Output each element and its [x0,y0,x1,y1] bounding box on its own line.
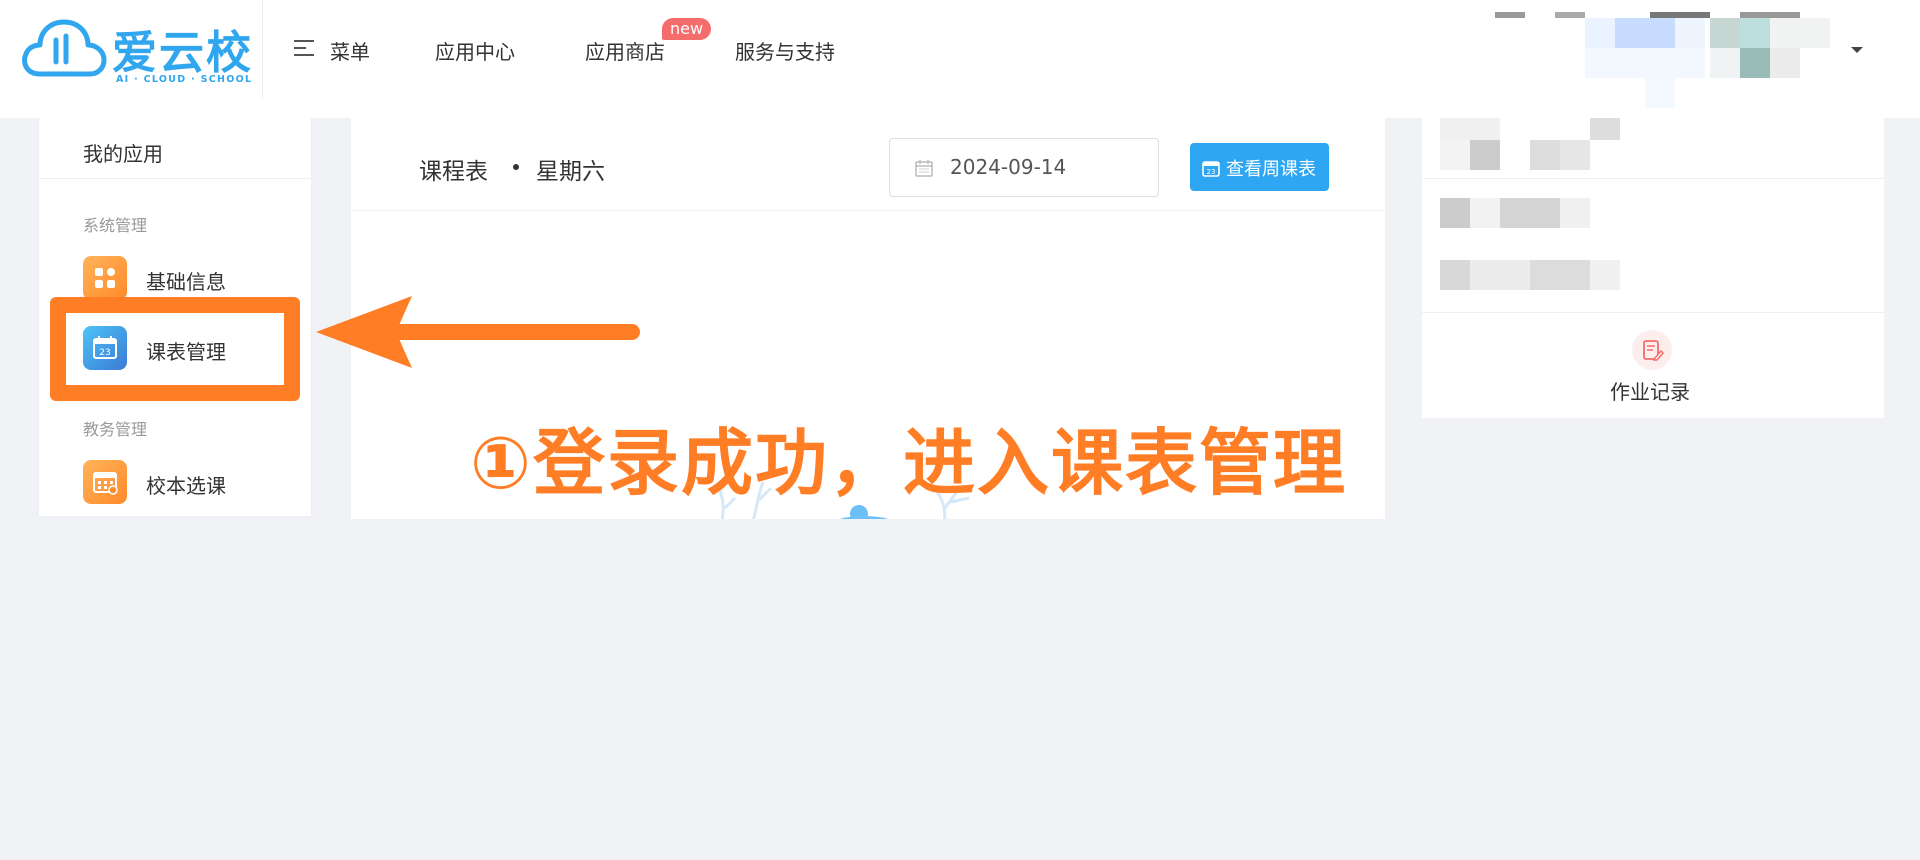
nav-separator [262,0,263,98]
title-separator-dot [513,164,519,170]
calendar-grid-icon [83,460,127,504]
menu-lines-icon[interactable] [294,40,316,56]
nav-menu[interactable]: 菜单 [330,36,370,65]
user-info-blurred[interactable] [1495,12,1865,112]
caret-down-icon[interactable] [1851,47,1863,53]
schedule-title: 课程表 [419,159,488,185]
view-week-schedule-button[interactable]: 23 查看周课表 [1190,143,1329,191]
logo-text: 爱云校 [112,26,254,79]
logo-subtitle: AI · CLOUD · SCHOOL [116,74,253,85]
logo[interactable]: 爱云校 AI · CLOUD · SCHOOL [20,14,251,85]
top-navbar: 爱云校 AI · CLOUD · SCHOOL 菜单 应用中心 应用商店 new… [0,0,1920,118]
grid-apps-icon [83,256,127,300]
cloud-logo-icon [22,19,107,77]
divider [39,178,311,179]
sidebar-title: 我的应用 [83,142,163,166]
divider [1422,312,1884,313]
sidebar-item-basic-info[interactable]: 基础信息 [83,256,293,302]
nav-app-center[interactable]: 应用中心 [435,36,515,65]
svg-text:23: 23 [1207,168,1216,176]
date-value: 2024-09-14 [950,155,1067,179]
date-picker[interactable]: 2024-09-14 [889,138,1159,197]
homework-record-label[interactable]: 作业记录 [1610,376,1690,405]
group-label-academic: 教务管理 [83,420,148,439]
nav-service-support[interactable]: 服务与支持 [735,36,835,65]
group-label-system: 系统管理 [83,216,148,235]
schedule-weekday: 星期六 [536,159,605,185]
calendar-icon: 23 [1202,161,1220,177]
annotation-text: ①登录成功，进入课表管理 [470,421,1347,505]
new-badge: new [662,18,712,40]
annotation-arrow-left-icon [316,296,640,368]
divider [351,210,1385,211]
edit-document-icon[interactable] [1632,330,1672,370]
annotation-highlight-box [50,297,300,401]
calendar-icon [915,160,933,177]
divider [1422,178,1884,179]
right-panel: 作业记录 [1422,118,1884,418]
sidebar-item-course-selection[interactable]: 校本选课 [83,460,293,506]
nav-app-store[interactable]: 应用商店 [585,36,665,65]
sidebar-item-label: 基础信息 [146,270,226,294]
button-label: 查看周课表 [1226,159,1316,180]
sidebar-item-label: 校本选课 [146,474,226,498]
